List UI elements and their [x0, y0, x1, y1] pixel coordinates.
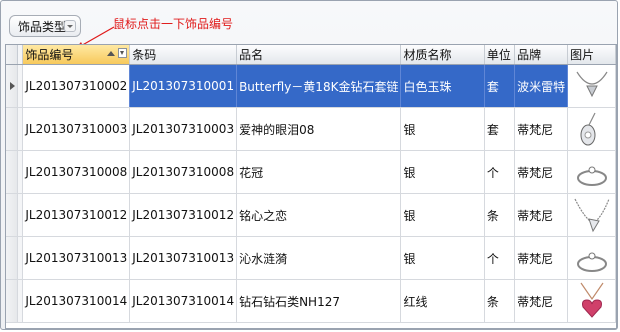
row-indicator[interactable] [6, 193, 18, 237]
row-indicator-header [6, 45, 18, 65]
cell-name[interactable]: 铭心之恋 [236, 193, 402, 237]
cell-unit[interactable]: 个 [484, 236, 516, 280]
window-frame: 饰品类型 鼠标点击一下饰品编号 饰品编号 条码 品名 材质名称 单位 品牌 图片… [0, 0, 618, 330]
cell-picture[interactable] [567, 107, 616, 151]
cell-barcode[interactable]: JL201307310001 [129, 64, 238, 108]
cell-material[interactable]: 红线 [400, 279, 485, 323]
column-header-label: 单位 [486, 48, 511, 62]
cell-brand[interactable]: 蒂梵尼 [514, 193, 569, 237]
cell-name[interactable]: Butterfly－黄18K金钻石套链 [236, 64, 402, 108]
cell-barcode[interactable]: JL201307310014 [129, 279, 238, 323]
column-header-id[interactable]: 饰品编号 [22, 45, 131, 65]
ring-icon [576, 252, 607, 272]
cell-picture[interactable] [567, 279, 616, 323]
pendant-icon [580, 112, 596, 146]
cell-material[interactable]: 银 [400, 150, 485, 194]
cell-picture[interactable] [567, 236, 616, 280]
cell-picture[interactable] [567, 64, 616, 108]
header-row: 饰品编号 条码 品名 材质名称 单位 品牌 图片 [6, 45, 616, 65]
table-row[interactable]: JL201307310014 JL201307310014 钻石钻石类NH127 红线… [6, 279, 616, 323]
cell-id[interactable]: JL201307310008 [22, 150, 131, 194]
cell-picture[interactable] [567, 193, 616, 237]
cell-material[interactable]: 银 [400, 193, 485, 237]
table-row[interactable]: JL201307310012 JL201307310012 铭心之恋银条蒂梵尼 [6, 193, 616, 237]
cell-barcode[interactable]: JL201307310012 [129, 193, 238, 237]
cell-id[interactable]: JL201307310012 [22, 193, 131, 237]
cell-id[interactable]: JL201307310002 [22, 64, 131, 108]
row-indicator[interactable] [6, 236, 18, 280]
cell-unit[interactable]: 条 [484, 193, 516, 237]
cell-unit[interactable]: 套 [484, 64, 516, 108]
cell-picture[interactable] [567, 150, 616, 194]
cell-id[interactable]: JL201307310014 [22, 279, 131, 323]
sort-ascending-icon [107, 51, 116, 56]
column-header-unit[interactable]: 单位 [484, 45, 516, 65]
column-header-brand[interactable]: 品牌 [514, 45, 569, 65]
cell-material[interactable]: 银 [400, 236, 485, 280]
table-row[interactable]: JL201307310008 JL201307310008 花冠银个蒂梵尼 [6, 150, 616, 194]
cell-id[interactable]: JL201307310013 [22, 236, 131, 280]
cell-barcode[interactable]: JL201307310003 [129, 107, 238, 151]
column-header-label: 品名 [239, 48, 264, 62]
heart-pendant-icon [580, 282, 604, 318]
column-header-picture[interactable]: 图片 [567, 45, 616, 65]
column-header-label: 图片 [570, 48, 595, 62]
column-header-barcode[interactable]: 条码 [129, 45, 238, 65]
cell-material[interactable]: 白色玉珠 [400, 64, 485, 108]
cell-barcode[interactable]: JL201307310008 [129, 150, 238, 194]
cell-material[interactable]: 银 [400, 107, 485, 151]
filter-icon[interactable] [118, 48, 128, 58]
cell-brand[interactable]: 蒂梵尼 [514, 236, 569, 280]
cell-brand[interactable]: 波米雷特 [514, 64, 569, 108]
jewelry-table: 饰品编号 条码 品名 材质名称 单位 品牌 图片 JL201307310002 J… [6, 45, 616, 323]
row-indicator[interactable] [6, 107, 18, 151]
column-header-label: 条码 [132, 48, 157, 62]
column-header-name[interactable]: 品名 [236, 45, 402, 65]
cell-unit[interactable]: 套 [484, 107, 516, 151]
cell-unit[interactable]: 条 [484, 279, 516, 323]
column-header-label: 饰品编号 [25, 48, 74, 62]
current-row-icon [10, 82, 15, 90]
table-row[interactable]: JL201307310002 JL201307310001 Butterfly－黄1… [6, 64, 616, 108]
row-indicator[interactable] [6, 150, 18, 194]
cell-name[interactable]: 爱神的眼泪08 [236, 107, 402, 151]
data-grid: 饰品编号 条码 品名 材质名称 单位 品牌 图片 JL201307310002 J… [5, 44, 617, 329]
cell-name[interactable]: 沁水涟漪 [236, 236, 402, 280]
table-row[interactable]: JL201307310003 JL201307310003 爱神的眼泪08 银套蒂梵尼 [6, 107, 616, 151]
column-header-material[interactable]: 材质名称 [400, 45, 485, 65]
column-header-label: 材质名称 [403, 48, 452, 62]
cell-brand[interactable]: 蒂梵尼 [514, 150, 569, 194]
cell-brand[interactable]: 蒂梵尼 [514, 279, 569, 323]
table-row[interactable]: JL201307310013 JL201307310013 沁水涟漪银个蒂梵尼 [6, 236, 616, 280]
row-indicator[interactable] [6, 279, 18, 323]
cell-name[interactable]: 钻石钻石类NH127 [236, 279, 402, 323]
cell-unit[interactable]: 个 [484, 150, 516, 194]
ring-icon [576, 166, 607, 186]
column-header-label: 品牌 [517, 48, 542, 62]
cell-barcode[interactable]: JL201307310013 [129, 236, 238, 280]
chain-necklace-icon [574, 198, 610, 233]
necklace-icon [576, 71, 608, 98]
cell-name[interactable]: 花冠 [236, 150, 402, 194]
group-panel: 饰品类型 鼠标点击一下饰品编号 [1, 1, 619, 49]
cell-id[interactable]: JL201307310003 [22, 107, 131, 151]
cell-brand[interactable]: 蒂梵尼 [514, 107, 569, 151]
row-indicator[interactable] [6, 64, 18, 108]
